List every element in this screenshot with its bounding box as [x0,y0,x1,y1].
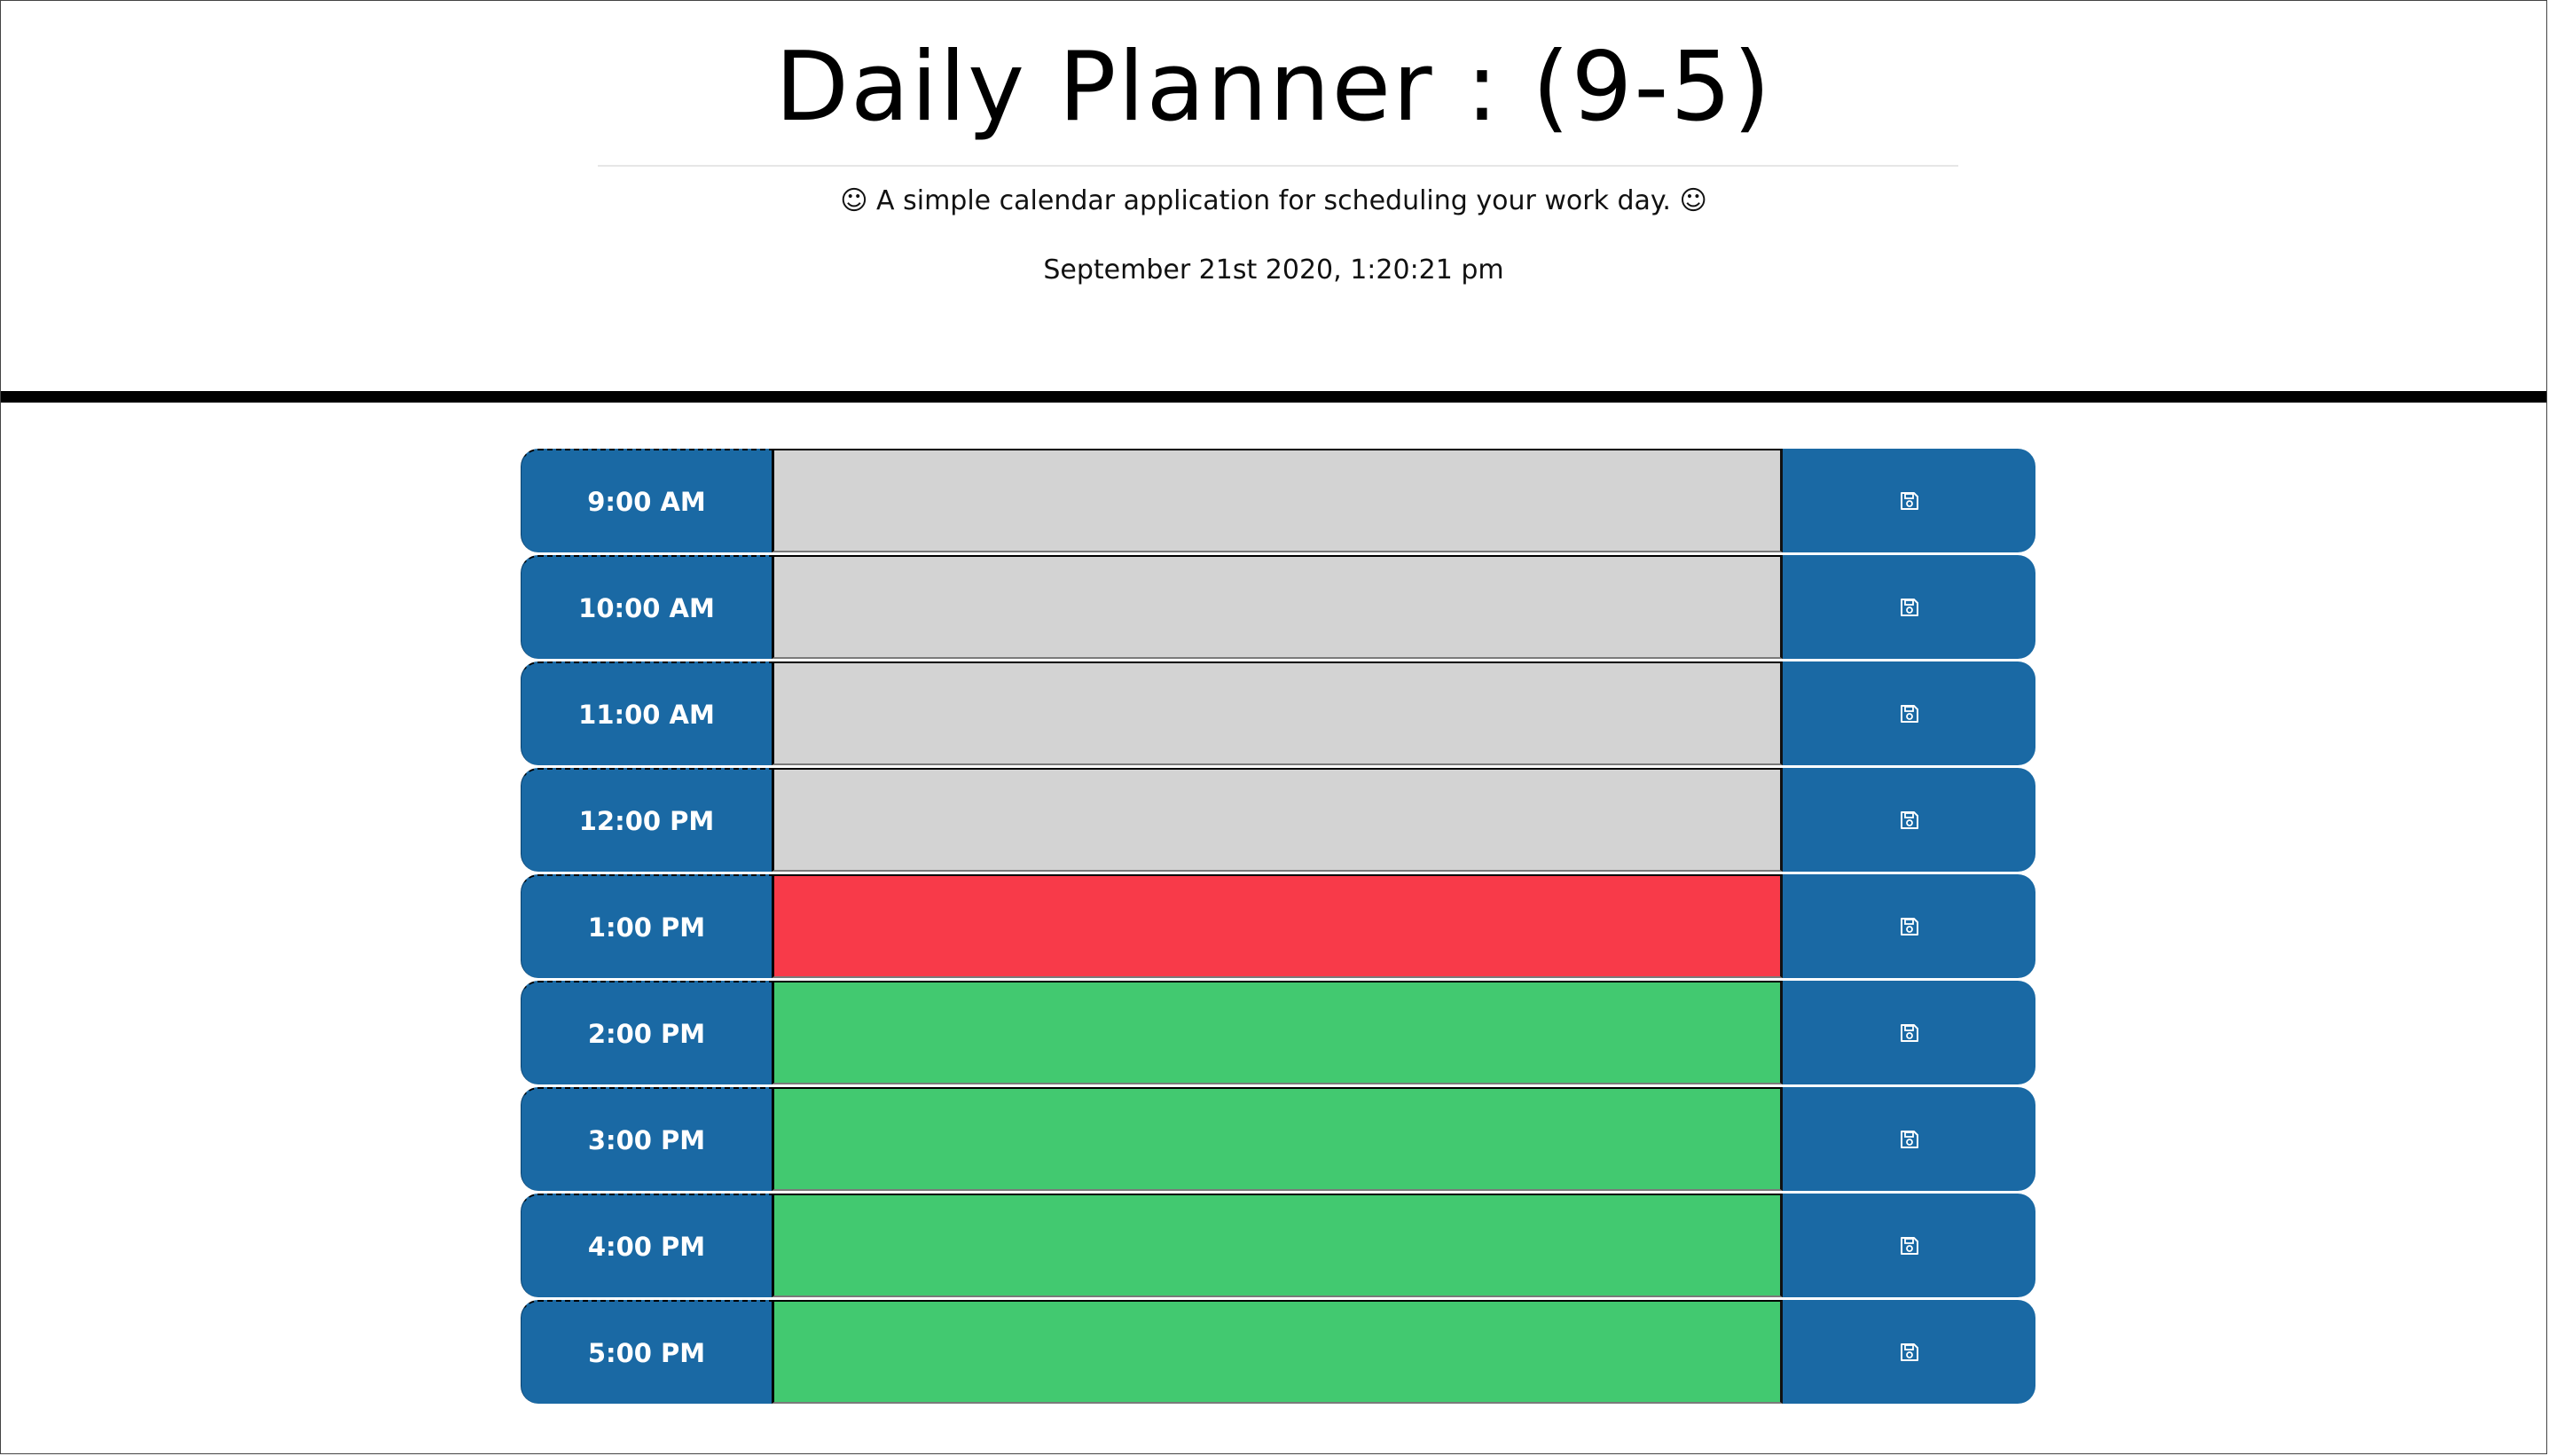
title-divider [598,165,1958,167]
floppy-disk-icon [1900,917,1919,936]
event-description-input[interactable] [772,661,1783,765]
time-block-row: 1:00 PM [521,874,2035,978]
time-block-row: 4:00 PM [521,1194,2035,1297]
event-description-input[interactable] [772,1300,1783,1404]
hour-label: 11:00 AM [521,661,772,765]
timeblocks-container: 9:00 AM 10:00 AM 11:00 AM 12:00 PM 1:00 PM 2:… [521,449,2035,1406]
page: Daily Planner : (9-5) ☺ A simple calenda… [0,0,2547,1454]
time-block-row: 5:00 PM [521,1300,2035,1404]
save-button[interactable] [1783,1300,2035,1404]
save-button[interactable] [1783,661,2035,765]
hour-label: 3:00 PM [521,1087,772,1191]
save-button[interactable] [1783,1087,2035,1191]
hour-label: 2:00 PM [521,981,772,1084]
floppy-disk-icon [1900,1023,1919,1043]
save-button[interactable] [1783,768,2035,872]
floppy-disk-icon [1900,598,1919,617]
time-block-row: 10:00 AM [521,555,2035,659]
hour-label: 10:00 AM [521,555,772,659]
save-button[interactable] [1783,874,2035,978]
event-description-input[interactable] [772,768,1783,872]
event-description-input[interactable] [772,555,1783,659]
floppy-disk-icon [1900,1130,1919,1149]
hour-label: 4:00 PM [521,1194,772,1297]
floppy-disk-icon [1900,1342,1919,1362]
event-description-input[interactable] [772,1087,1783,1191]
event-description-input[interactable] [772,449,1783,552]
event-description-input[interactable] [772,1194,1783,1297]
save-button[interactable] [1783,981,2035,1084]
time-block-row: 2:00 PM [521,981,2035,1084]
lead-text: ☺ A simple calendar application for sche… [840,185,1707,216]
time-block-row: 12:00 PM [521,768,2035,872]
floppy-disk-icon [1900,491,1919,511]
jumbotron-header: Daily Planner : (9-5) ☺ A simple calenda… [1,1,2546,403]
hour-label: 9:00 AM [521,449,772,552]
save-button[interactable] [1783,555,2035,659]
event-description-input[interactable] [772,981,1783,1084]
save-button[interactable] [1783,449,2035,552]
hour-label: 12:00 PM [521,768,772,872]
time-block-row: 11:00 AM [521,661,2035,765]
hour-label: 1:00 PM [521,874,772,978]
time-block-row: 3:00 PM [521,1087,2035,1191]
page-title: Daily Planner : (9-5) [774,32,1773,143]
save-button[interactable] [1783,1194,2035,1297]
floppy-disk-icon [1900,810,1919,830]
hour-label: 5:00 PM [521,1300,772,1404]
current-date-time: September 21st 2020, 1:20:21 pm [1043,254,1504,286]
event-description-input[interactable] [772,874,1783,978]
floppy-disk-icon [1900,704,1919,724]
floppy-disk-icon [1900,1236,1919,1256]
time-block-row: 9:00 AM [521,449,2035,552]
